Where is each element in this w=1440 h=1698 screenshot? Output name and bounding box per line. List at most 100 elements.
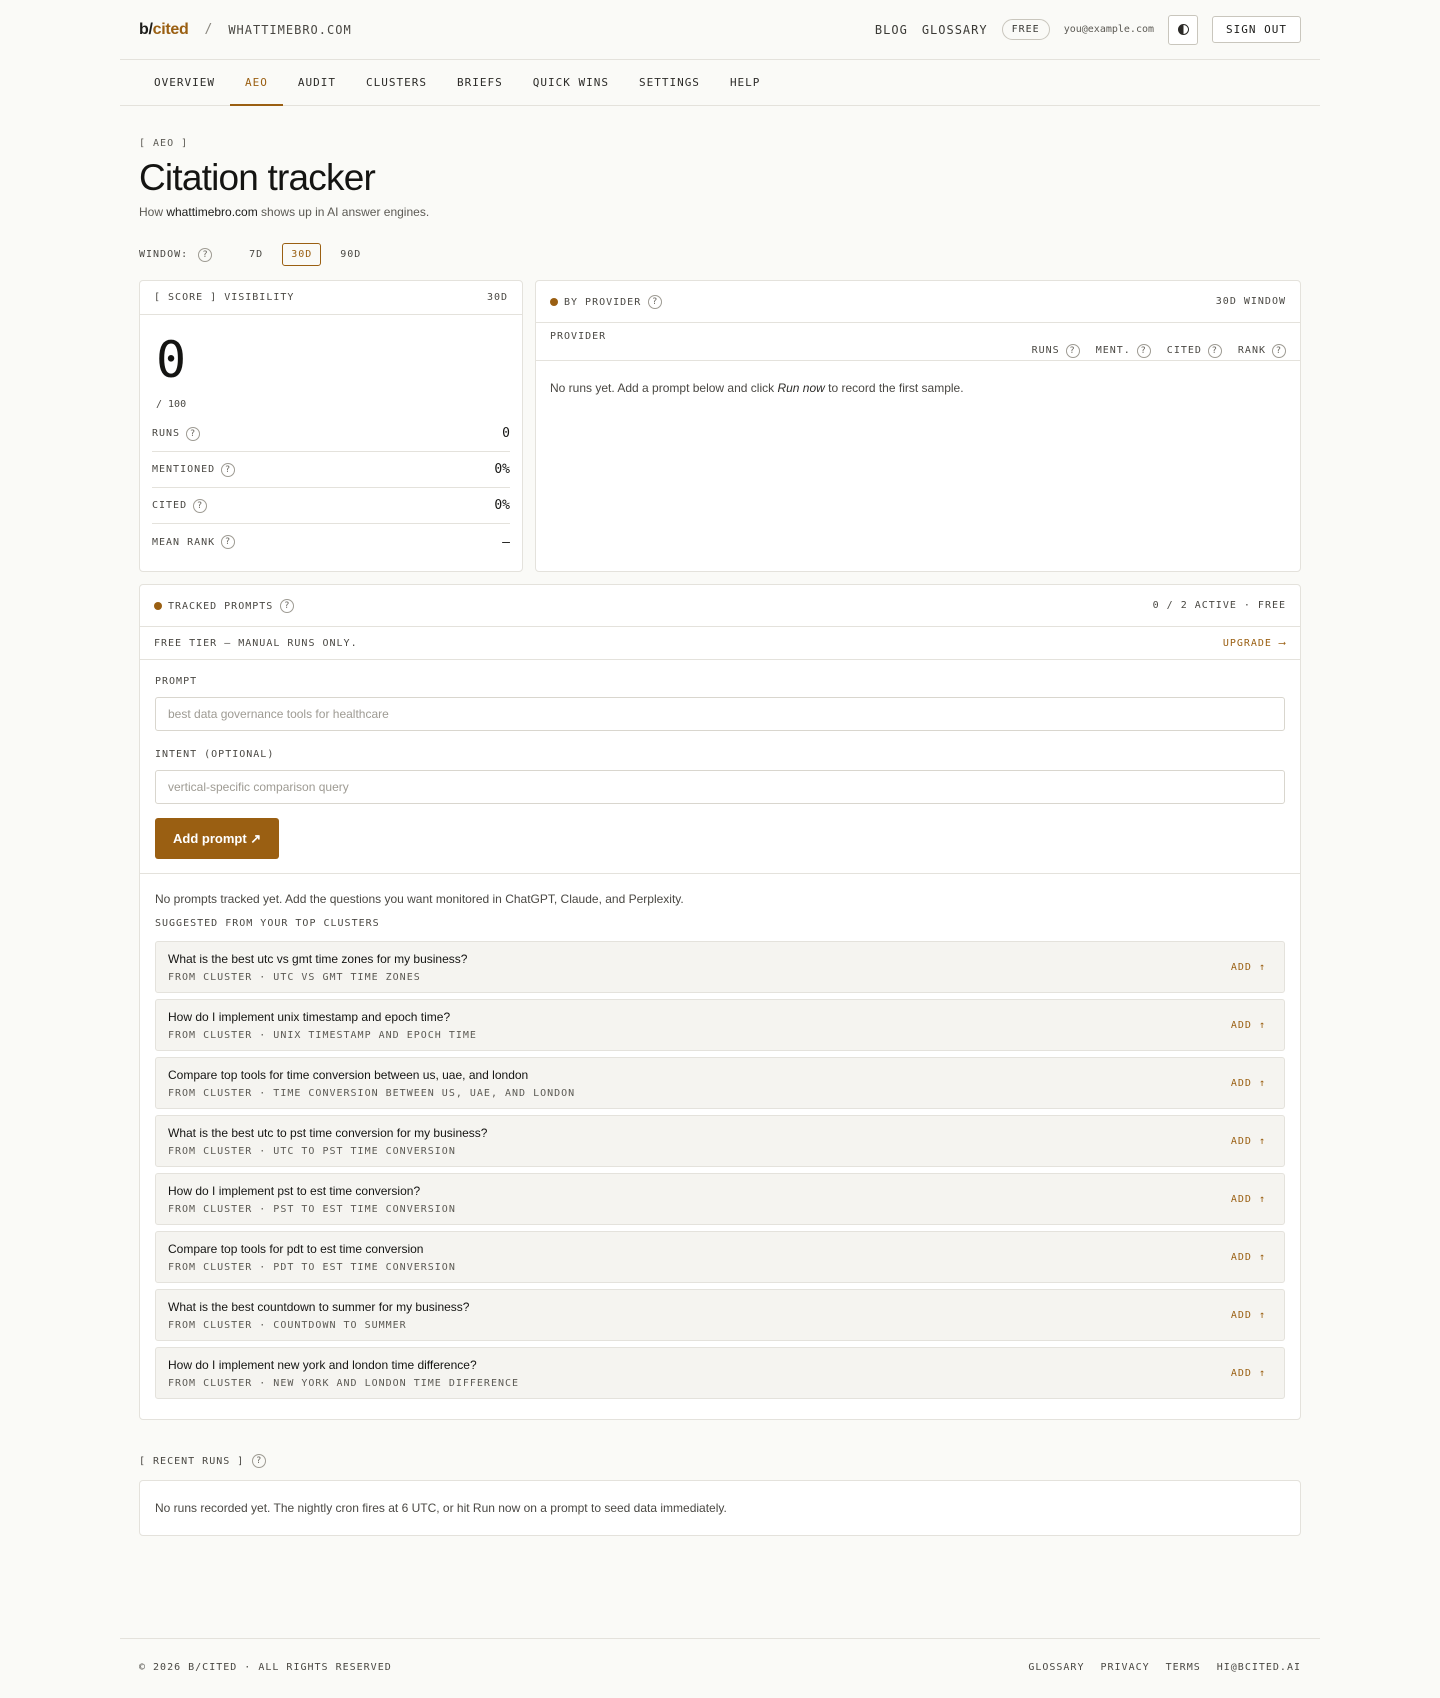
metric-mean-rank: MEAN RANK? — — [152, 524, 510, 560]
prompt-input[interactable] — [155, 697, 1285, 731]
status-dot-icon — [550, 297, 558, 306]
tier-row: FREE TIER — MANUAL RUNS ONLY. UPGRADE ⟶ — [140, 627, 1300, 660]
help-icon[interactable]: ? — [1272, 343, 1286, 358]
app-shell: b/cited / WHATTIMEBRO.COM BLOG GLOSSARY … — [120, 0, 1320, 1673]
window-option-7d[interactable]: 7D — [240, 243, 272, 266]
help-icon[interactable]: ? — [252, 1454, 267, 1468]
help-icon[interactable]: ? — [280, 598, 295, 613]
metric-value: 0% — [494, 462, 510, 477]
suggestion-question: What is the best utc vs gmt time zones f… — [168, 951, 468, 966]
suggestion-list: What is the best utc vs gmt time zones f… — [155, 941, 1285, 1399]
main-tabs: OVERVIEW AEO AUDIT CLUSTERS BRIEFS QUICK… — [120, 60, 1320, 106]
suggestion-text: How do I implement unix timestamp and ep… — [168, 1010, 477, 1041]
metric-label-text: MEAN RANK — [152, 536, 216, 548]
page-eyebrow: [ AEO ] — [139, 138, 189, 149]
footer-link-terms[interactable]: TERMS — [1166, 1662, 1201, 1673]
column-label: CITED — [1166, 345, 1202, 356]
help-icon[interactable]: ? — [186, 426, 201, 441]
tab-settings[interactable]: SETTINGS — [624, 60, 715, 105]
provider-title: BY PROVIDER — [564, 296, 642, 308]
window-option-30d[interactable]: 30D — [282, 243, 322, 266]
suggestion-question: Compare top tools for pdt to est time co… — [168, 1241, 424, 1256]
add-suggestion-button[interactable]: ADD ↑ — [1231, 1136, 1272, 1147]
glossary-link[interactable]: GLOSSARY — [922, 23, 988, 37]
add-suggestion-button[interactable]: ADD ↑ — [1231, 1310, 1272, 1321]
sign-out-button[interactable]: SIGN OUT — [1212, 16, 1301, 43]
footer: © 2026 B/CITED · ALL RIGHTS RESERVED GLO… — [120, 1638, 1320, 1696]
window-selector: WINDOW: ? 7D 30D 90D — [139, 243, 1301, 266]
provider-window: 30D WINDOW — [1215, 296, 1286, 307]
prompts-empty-message: No prompts tracked yet. Add the question… — [155, 892, 684, 906]
suggestion-item: What is the best utc to pst time convers… — [155, 1115, 1285, 1167]
metric-value: — — [502, 534, 510, 550]
column-label: MENT. — [1095, 345, 1131, 356]
suggestion-text: How do I implement new york and london t… — [168, 1358, 519, 1389]
tab-overview[interactable]: OVERVIEW — [139, 60, 230, 105]
tab-clusters[interactable]: CLUSTERS — [351, 60, 442, 105]
theme-toggle-button[interactable] — [1168, 14, 1199, 45]
suggestion-item: What is the best utc vs gmt time zones f… — [155, 941, 1285, 993]
help-icon[interactable]: ? — [1065, 343, 1080, 358]
metric-label-text: CITED — [152, 500, 188, 511]
footer-link-privacy[interactable]: PRIVACY — [1100, 1662, 1149, 1673]
visibility-score: 0 — [156, 331, 187, 389]
tier-note: FREE TIER — MANUAL RUNS ONLY. — [154, 637, 358, 649]
add-suggestion-button[interactable]: ADD ↑ — [1231, 1252, 1272, 1263]
add-suggestion-button[interactable]: ADD ↑ — [1231, 962, 1272, 973]
suggestion-question: What is the best countdown to summer for… — [168, 1299, 470, 1314]
metric-label-text: RUNS — [152, 428, 181, 439]
suggested-label: SUGGESTED FROM YOUR TOP CLUSTERS — [155, 918, 380, 929]
logo-name: cited — [152, 20, 189, 38]
blog-link[interactable]: BLOG — [875, 23, 908, 37]
prompts-title: TRACKED PROMPTS — [168, 600, 274, 612]
add-suggestion-button[interactable]: ADD ↑ — [1231, 1020, 1272, 1031]
suggestion-cluster: FROM CLUSTER · COUNTDOWN TO SUMMER — [168, 1319, 407, 1331]
suggestion-item: How do I implement pst to est time conve… — [155, 1173, 1285, 1225]
footer-link-email[interactable]: HI@BCITED.AI — [1217, 1662, 1301, 1673]
help-icon[interactable]: ? — [1136, 343, 1151, 358]
suggestion-text: Compare top tools for time conversion be… — [168, 1068, 575, 1099]
add-prompt-button[interactable]: Add prompt ↗ — [155, 818, 280, 859]
score-out-of: / 100 — [156, 399, 187, 410]
recent-runs-empty-message: No runs recorded yet. The nightly cron f… — [155, 1501, 727, 1515]
logo[interactable]: b/cited — [139, 20, 189, 39]
tab-briefs[interactable]: BRIEFS — [442, 60, 518, 105]
column-cited: CITED? — [1167, 341, 1222, 360]
column-label: RANK — [1237, 345, 1266, 356]
add-suggestion-button[interactable]: ADD ↑ — [1231, 1368, 1272, 1379]
provider-columns: RUNS? MENT.? CITED? RANK? — [1032, 331, 1286, 360]
header-nav: BLOG GLOSSARY FREE you@example.com SIGN … — [875, 14, 1301, 45]
upgrade-link[interactable]: UPGRADE ⟶ — [1223, 638, 1286, 649]
help-icon[interactable]: ? — [648, 294, 663, 309]
suggestion-text: What is the best utc to pst time convers… — [168, 1126, 487, 1157]
suggestion-item: How do I implement unix timestamp and ep… — [155, 999, 1285, 1051]
column-label: RUNS — [1031, 345, 1060, 356]
help-icon[interactable]: ? — [193, 498, 208, 513]
footer-link-glossary[interactable]: GLOSSARY — [1028, 1662, 1084, 1673]
help-icon[interactable]: ? — [198, 247, 213, 262]
site-name[interactable]: WHATTIMEBRO.COM — [228, 23, 351, 37]
window-option-90d[interactable]: 90D — [331, 243, 370, 266]
help-icon[interactable]: ? — [1207, 343, 1222, 358]
suggestion-cluster: FROM CLUSTER · PST TO EST TIME CONVERSIO… — [168, 1203, 456, 1215]
help-icon[interactable]: ? — [221, 535, 236, 549]
add-suggestion-button[interactable]: ADD ↑ — [1231, 1194, 1272, 1205]
suggestion-cluster: FROM CLUSTER · UNIX TIMESTAMP AND EPOCH … — [168, 1029, 477, 1041]
add-suggestion-button[interactable]: ADD ↑ — [1231, 1078, 1272, 1089]
column-provider: PROVIDER — [550, 331, 607, 342]
recent-runs-label: [ RECENT RUNS ] — [139, 1455, 245, 1467]
suggestion-item: Compare top tools for pdt to est time co… — [155, 1231, 1285, 1283]
suggestion-cluster: FROM CLUSTER · UTC VS GMT TIME ZONES — [168, 971, 421, 983]
tab-audit[interactable]: AUDIT — [283, 60, 351, 105]
run-now-emphasis: Run now — [777, 381, 825, 395]
tab-aeo[interactable]: AEO — [229, 60, 283, 106]
tracked-prompts-card: TRACKED PROMPTS ? 0 / 2 ACTIVE · FREE FR… — [139, 584, 1301, 1420]
tab-help[interactable]: HELP — [715, 60, 776, 105]
help-icon[interactable]: ? — [221, 462, 236, 477]
intent-input[interactable] — [155, 770, 1285, 804]
metric-runs: RUNS? 0 — [152, 416, 510, 452]
suggestion-question: How do I implement unix timestamp and ep… — [168, 1009, 451, 1024]
metric-mentioned: MENTIONED? 0% — [152, 452, 510, 488]
tab-quick-wins[interactable]: QUICK WINS — [518, 60, 624, 105]
suggestion-text: What is the best utc vs gmt time zones f… — [168, 952, 467, 983]
